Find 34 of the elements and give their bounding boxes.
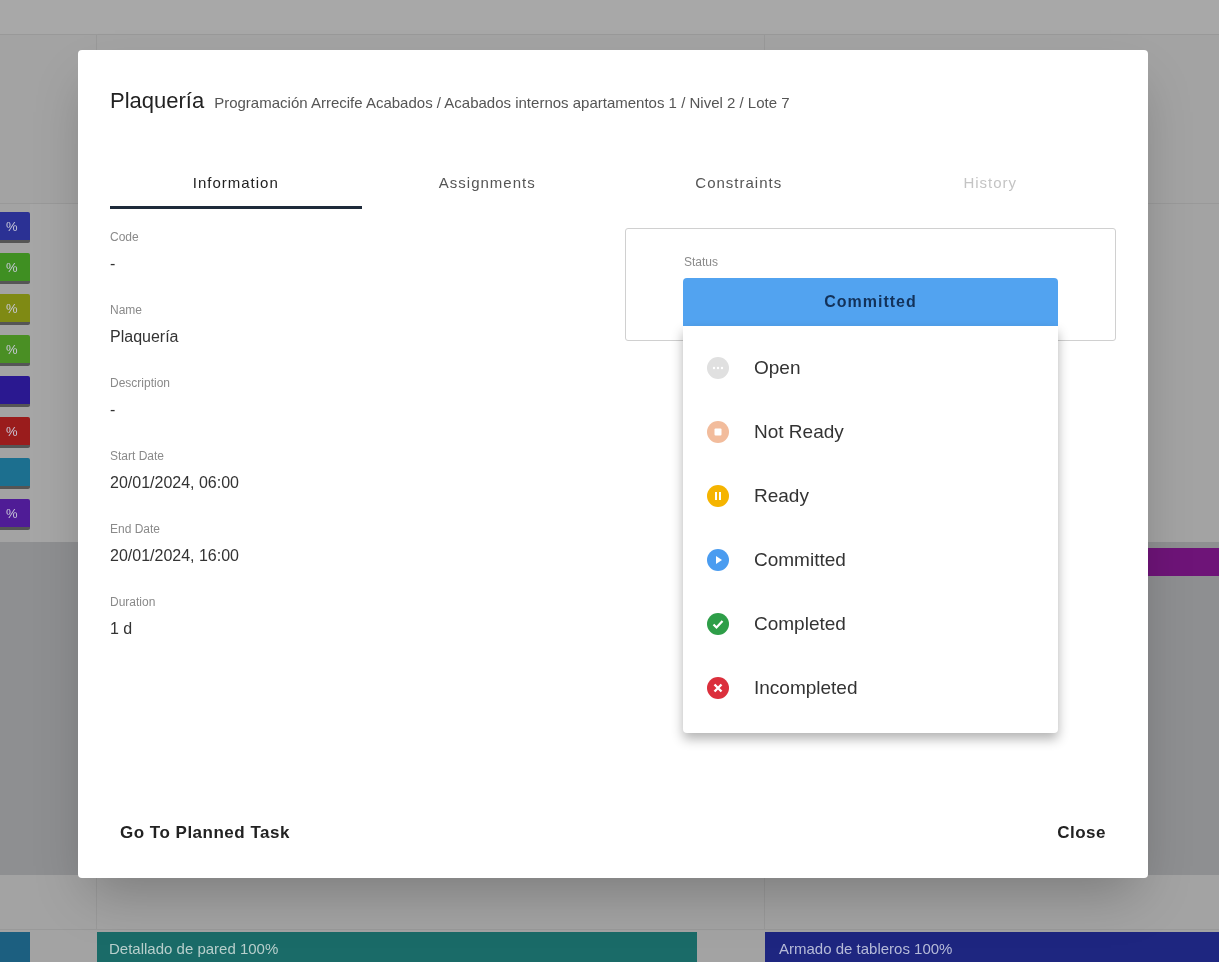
field-label: Name xyxy=(110,302,143,319)
field-label: End Date xyxy=(110,521,162,538)
status-option[interactable]: Ready xyxy=(683,464,1058,528)
tab[interactable]: Information xyxy=(110,161,362,209)
field-value: Plaquería xyxy=(110,327,180,347)
task-chip[interactable] xyxy=(0,457,30,489)
status-label: Status xyxy=(684,255,719,269)
field-value: - xyxy=(110,254,117,274)
status-option[interactable]: Not Ready xyxy=(683,400,1058,464)
field-value: 1 d xyxy=(110,619,134,639)
field-label: Start Date xyxy=(110,448,166,465)
task-bar[interactable]: Detallado de pared 100% xyxy=(97,932,697,962)
task-bar[interactable]: Armado de tableros 100% xyxy=(765,932,1219,962)
go-to-planned-task-button[interactable]: Go To Planned Task xyxy=(110,814,300,852)
task-chip[interactable] xyxy=(0,375,30,407)
status-select[interactable]: Committed xyxy=(683,278,1058,326)
task-chip[interactable]: % xyxy=(0,416,30,448)
status-option[interactable]: Open xyxy=(683,336,1058,400)
field-value: - xyxy=(110,400,117,420)
field-label: Description xyxy=(110,375,172,392)
status-option[interactable]: Completed xyxy=(683,592,1058,656)
task-chip[interactable]: % xyxy=(0,211,30,243)
status-option[interactable]: Incompleted xyxy=(683,656,1058,720)
tab[interactable]: Constraints xyxy=(613,161,865,209)
field-value: 20/01/2024, 16:00 xyxy=(110,546,240,566)
tab[interactable]: Assignments xyxy=(361,161,613,209)
dialog-title: Plaquería xyxy=(110,87,205,115)
field-value: 20/01/2024, 06:00 xyxy=(110,473,240,493)
breadcrumb: Programación Arrecife Acabados / Acabados internos apartamentos 1 / Nivel 2 / Lote 7 xyxy=(214,93,790,113)
status-option[interactable]: Committed xyxy=(683,528,1058,592)
close-button[interactable]: Close xyxy=(1047,814,1116,852)
field-label: Duration xyxy=(110,594,157,611)
field-label: Code xyxy=(110,229,140,246)
task-chip[interactable]: % xyxy=(0,498,30,530)
